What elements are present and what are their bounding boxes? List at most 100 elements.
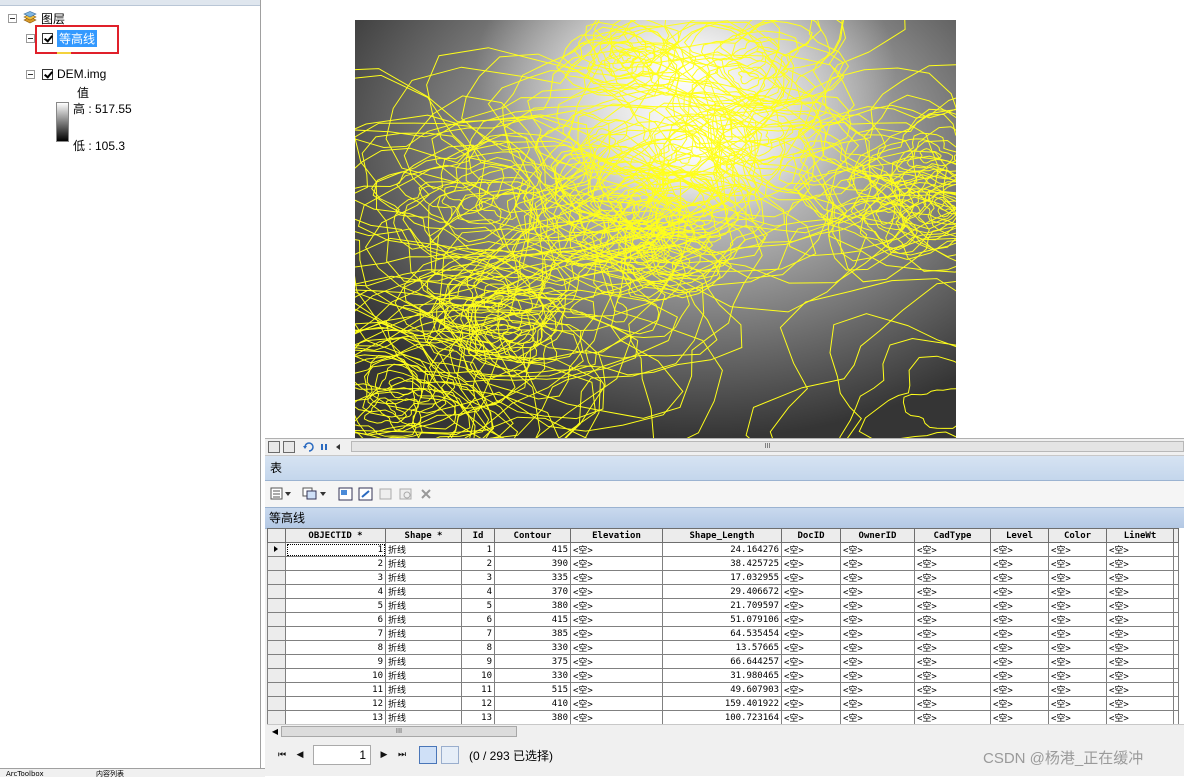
table-cell[interactable]: 31.980465 — [662, 668, 782, 683]
table-cell[interactable]: 6 — [461, 612, 495, 627]
table-cell[interactable]: <空> — [1106, 668, 1174, 683]
table-cell[interactable]: <空> — [914, 612, 991, 627]
table-row[interactable]: 5 折线 5 380 <空> 21.709597 <空> <空> <空> <空> <空> <空> — [267, 598, 1179, 613]
table-cell[interactable]: <空> — [570, 598, 663, 613]
table-cell[interactable]: 38.425725 — [662, 556, 782, 571]
show-selected-records-button[interactable] — [441, 746, 459, 764]
zoom-to-selected-icon[interactable] — [398, 487, 414, 501]
table-cell[interactable]: <空> — [990, 682, 1049, 697]
table-cell[interactable]: 1 — [285, 542, 386, 557]
table-cell[interactable]: <空> — [990, 696, 1049, 711]
table-cell[interactable]: 13 — [285, 710, 386, 724]
scroll-left-icon[interactable]: ◀ — [269, 726, 281, 738]
dem-contour-map[interactable] — [355, 20, 956, 438]
table-cell[interactable]: <空> — [1106, 612, 1174, 627]
table-cell[interactable]: <空> — [840, 640, 915, 655]
table-row[interactable]: 12 折线 12 410 <空> 159.401922 <空> <空> <空> <空> <空> <空> — [267, 696, 1179, 711]
table-cell[interactable]: <空> — [570, 696, 663, 711]
table-cell[interactable]: <空> — [990, 598, 1049, 613]
table-row[interactable]: 10 折线 10 330 <空> 31.980465 <空> <空> <空> <空> <空> <空> — [267, 668, 1179, 683]
row-selector[interactable] — [267, 556, 286, 571]
table-cell[interactable]: 3 — [461, 570, 495, 585]
table-cell[interactable]: <空> — [1106, 584, 1174, 599]
clear-selection-icon[interactable] — [378, 487, 394, 501]
table-cell[interactable]: 折线 — [385, 668, 462, 683]
table-cell[interactable]: <空> — [1106, 598, 1174, 613]
table-cell[interactable]: 8 — [461, 640, 495, 655]
column-header[interactable]: Elevation — [570, 528, 663, 543]
table-cell[interactable]: <空> — [781, 640, 841, 655]
table-cell[interactable]: <空> — [570, 626, 663, 641]
map-horizontal-scrollbar[interactable]: III — [351, 441, 1184, 452]
row-selector[interactable] — [267, 612, 286, 627]
column-header[interactable]: LineWt — [1106, 528, 1174, 543]
table-cell[interactable]: <空> — [1048, 556, 1107, 571]
table-cell[interactable]: <空> — [914, 556, 991, 571]
table-cell[interactable]: 折线 — [385, 626, 462, 641]
table-cell[interactable]: <空> — [1048, 668, 1107, 683]
table-cell[interactable]: <空> — [1106, 556, 1174, 571]
table-cell[interactable]: 335 — [494, 570, 571, 585]
tab-toc[interactable]: 内容列表 — [96, 770, 124, 778]
table-cell[interactable]: 折线 — [385, 682, 462, 697]
table-cell[interactable]: 330 — [494, 640, 571, 655]
column-header[interactable]: CadType — [914, 528, 991, 543]
layer-visibility-checkbox[interactable] — [42, 68, 53, 80]
table-tab-contour[interactable]: 等高线 — [265, 507, 1184, 529]
data-view-button[interactable] — [268, 441, 280, 453]
table-cell[interactable]: <空> — [1106, 640, 1174, 655]
table-options-icon[interactable] — [270, 487, 292, 501]
table-cell[interactable]: <空> — [781, 570, 841, 585]
table-cell[interactable]: <空> — [781, 682, 841, 697]
table-cell[interactable]: <空> — [914, 598, 991, 613]
table-cell[interactable]: <空> — [914, 682, 991, 697]
table-cell[interactable]: <空> — [1106, 696, 1174, 711]
table-cell[interactable]: <空> — [990, 640, 1049, 655]
table-cell[interactable]: <空> — [840, 668, 915, 683]
table-cell[interactable]: <空> — [840, 584, 915, 599]
table-cell[interactable]: 2 — [461, 556, 495, 571]
row-selector[interactable] — [267, 542, 286, 557]
table-cell[interactable]: <空> — [914, 696, 991, 711]
table-cell[interactable]: <空> — [781, 556, 841, 571]
table-cell[interactable]: <空> — [781, 668, 841, 683]
table-cell[interactable]: <空> — [781, 598, 841, 613]
table-cell[interactable]: <空> — [914, 654, 991, 669]
column-header[interactable]: Id — [461, 528, 495, 543]
column-header[interactable]: Shape * — [385, 528, 462, 543]
row-selector[interactable] — [267, 626, 286, 641]
table-cell[interactable]: <空> — [570, 710, 663, 724]
table-cell[interactable]: <空> — [914, 584, 991, 599]
scrollbar-thumb[interactable]: III — [351, 441, 1184, 452]
table-cell[interactable]: 13.57665 — [662, 640, 782, 655]
table-cell[interactable]: <空> — [1048, 682, 1107, 697]
collapse-icon[interactable] — [26, 33, 35, 43]
table-cell[interactable]: 64.535454 — [662, 626, 782, 641]
pause-icon[interactable] — [319, 441, 329, 453]
table-row[interactable]: 1 折线 1 415 <空> 24.164276 <空> <空> <空> <空> <空> <空> — [267, 542, 1179, 557]
row-selector[interactable] — [267, 654, 286, 669]
row-selector[interactable] — [267, 640, 286, 655]
table-cell[interactable]: 6 — [285, 612, 386, 627]
row-selector[interactable] — [267, 570, 286, 585]
table-cell[interactable]: 49.607903 — [662, 682, 782, 697]
table-cell[interactable]: 29.406672 — [662, 584, 782, 599]
table-cell[interactable]: 4 — [461, 584, 495, 599]
table-cell[interactable]: 390 — [494, 556, 571, 571]
table-cell[interactable]: <空> — [781, 584, 841, 599]
table-cell[interactable]: 11 — [285, 682, 386, 697]
table-cell[interactable]: <空> — [840, 542, 915, 557]
scroll-left-icon[interactable] — [333, 441, 343, 453]
collapse-icon[interactable] — [26, 69, 35, 79]
table-cell[interactable]: 380 — [494, 598, 571, 613]
table-cell[interactable]: 66.644257 — [662, 654, 782, 669]
table-cell[interactable]: <空> — [781, 696, 841, 711]
collapse-icon[interactable] — [8, 13, 17, 23]
table-cell[interactable]: <空> — [840, 710, 915, 724]
table-cell[interactable]: <空> — [990, 584, 1049, 599]
table-cell[interactable]: 330 — [494, 668, 571, 683]
table-cell[interactable]: 370 — [494, 584, 571, 599]
table-cell[interactable]: 折线 — [385, 640, 462, 655]
table-cell[interactable]: 折线 — [385, 570, 462, 585]
table-cell[interactable]: 385 — [494, 626, 571, 641]
